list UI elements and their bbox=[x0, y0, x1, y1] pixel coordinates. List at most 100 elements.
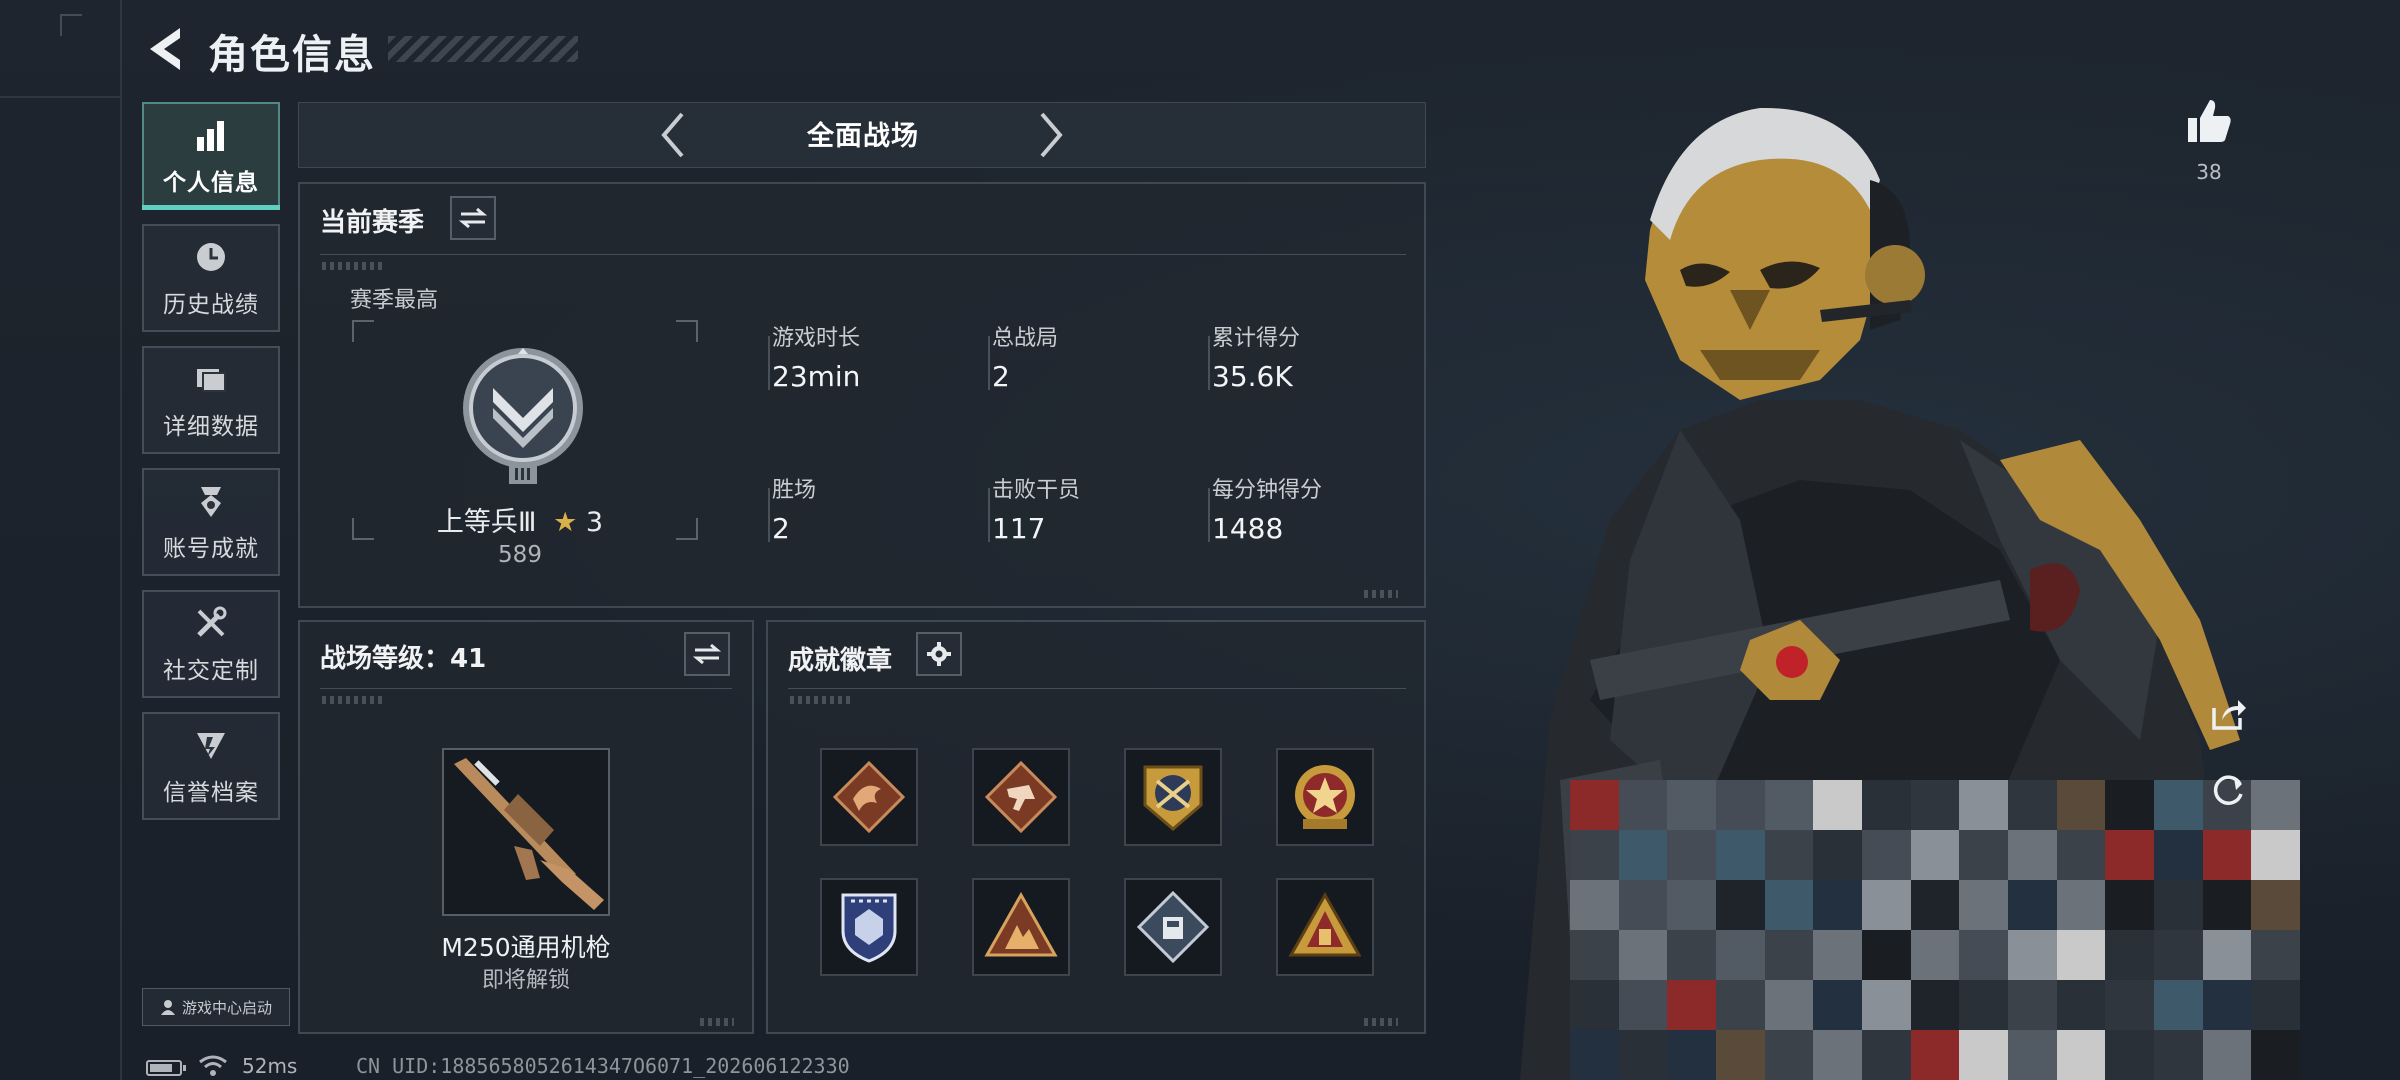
mosaic-cell bbox=[2105, 1030, 2154, 1080]
battle-level-switch-button[interactable] bbox=[684, 632, 730, 676]
stat-label: 胜场 bbox=[772, 478, 817, 503]
decoration bbox=[790, 696, 850, 704]
back-button[interactable] bbox=[142, 24, 186, 74]
divider bbox=[320, 254, 1406, 255]
mosaic-cell bbox=[2251, 930, 2300, 980]
folder-icon bbox=[191, 359, 231, 399]
mosaic-cell bbox=[1716, 930, 1765, 980]
rotate-button[interactable] bbox=[2208, 770, 2248, 810]
mosaic-cell bbox=[1618, 930, 1668, 980]
battle-level-title: 战场等级：41 bbox=[320, 644, 487, 674]
mosaic-cell bbox=[1813, 1030, 1862, 1080]
sidebar-item-details[interactable]: 详细数据 bbox=[142, 346, 280, 454]
bracket bbox=[676, 320, 698, 342]
frame-line bbox=[0, 96, 120, 98]
mosaic-cell bbox=[1618, 1030, 1668, 1080]
weapon-unlock-status: 即将解锁 bbox=[481, 968, 570, 993]
mosaic-cell bbox=[1667, 780, 1716, 830]
rank-name-text: 上等兵Ⅲ bbox=[436, 507, 537, 538]
mosaic-cell bbox=[1764, 780, 1814, 830]
mosaic-cell bbox=[2202, 880, 2252, 930]
mosaic-cell bbox=[2251, 880, 2300, 930]
sidebar-item-label: 信誉档案 bbox=[163, 780, 259, 806]
mosaic-cell bbox=[2202, 930, 2252, 980]
game-center-launch-button[interactable]: 游戏中心启动 bbox=[142, 988, 290, 1026]
mosaic-cell bbox=[2008, 830, 2057, 880]
achievements-settings-button[interactable] bbox=[916, 632, 962, 676]
pixelated-mosaic bbox=[1570, 780, 2300, 1080]
rank-emblem-icon bbox=[458, 346, 588, 486]
stat-value: 117 bbox=[992, 512, 1046, 545]
share-button[interactable] bbox=[2208, 694, 2248, 734]
mosaic-cell bbox=[1764, 880, 1814, 930]
thumbs-up-icon bbox=[2188, 100, 2231, 142]
sidebar-item-achievements[interactable]: 账号成就 bbox=[142, 468, 280, 576]
season-title: 当前赛季 bbox=[320, 208, 425, 238]
mosaic-cell bbox=[1764, 930, 1814, 980]
stat-value: 35.6K bbox=[1212, 360, 1293, 393]
mosaic-cell bbox=[2008, 930, 2057, 980]
tent-badge-icon[interactable] bbox=[972, 878, 1070, 976]
mosaic-cell bbox=[1959, 830, 2008, 880]
like-button[interactable] bbox=[2184, 96, 2234, 146]
mosaic-cell bbox=[1667, 830, 1716, 880]
stat-divider bbox=[988, 488, 990, 542]
sidebar-item-label: 社交定制 bbox=[163, 658, 259, 684]
mosaic-cell bbox=[2154, 780, 2203, 830]
mosaic-cell bbox=[2154, 930, 2203, 980]
weapon-preview[interactable] bbox=[442, 748, 610, 916]
chevron-left-icon bbox=[661, 112, 684, 158]
mosaic-cell bbox=[2056, 830, 2106, 880]
mosaic-cell bbox=[2008, 880, 2057, 930]
mosaic-cell bbox=[1813, 830, 1862, 880]
clock-icon bbox=[191, 237, 231, 277]
pyramid-badge-icon[interactable] bbox=[1276, 878, 1374, 976]
battery-icon bbox=[146, 1060, 186, 1076]
mosaic-cell bbox=[1910, 780, 1960, 830]
mosaic-cell bbox=[1862, 880, 1911, 930]
sidebar-item-history[interactable]: 历史战绩 bbox=[142, 224, 280, 332]
stat-label: 累计得分 bbox=[1212, 326, 1301, 351]
mosaic-cell bbox=[2202, 980, 2252, 1030]
mosaic-cell bbox=[1813, 780, 1862, 830]
sidebar-item-reputation[interactable]: 信誉档案 bbox=[142, 712, 280, 820]
mosaic-cell bbox=[1764, 1030, 1814, 1080]
mosaic-cell bbox=[2154, 880, 2203, 930]
sidebar-item-social[interactable]: 社交定制 bbox=[142, 590, 280, 698]
mosaic-cell bbox=[1910, 930, 1960, 980]
bracket bbox=[676, 518, 698, 540]
dragon-badge-icon[interactable] bbox=[820, 748, 918, 846]
machine-gun-icon bbox=[454, 758, 604, 910]
mosaic-cell bbox=[1813, 880, 1862, 930]
runner-badge-icon[interactable] bbox=[972, 748, 1070, 846]
stat-label: 每分钟得分 bbox=[1212, 478, 1323, 503]
mosaic-cell bbox=[1959, 1030, 2008, 1080]
mosaic-cell bbox=[2202, 1030, 2252, 1080]
mode-next-button[interactable] bbox=[1024, 106, 1074, 164]
stat-divider bbox=[1208, 488, 1210, 542]
star-wreath-badge-icon[interactable] bbox=[1276, 748, 1374, 846]
mosaic-cell bbox=[2008, 780, 2057, 830]
shield-badge-icon[interactable] bbox=[820, 878, 918, 976]
mosaic-cell bbox=[1716, 880, 1765, 930]
mosaic-cell bbox=[1716, 980, 1765, 1030]
mosaic-cell bbox=[1618, 980, 1668, 1030]
mosaic-cell bbox=[1716, 780, 1765, 830]
mosaic-cell bbox=[1910, 1030, 1960, 1080]
diamond-badge-icon[interactable] bbox=[1124, 878, 1222, 976]
mosaic-cell bbox=[2202, 830, 2252, 880]
season-switch-button[interactable] bbox=[450, 196, 496, 240]
sidebar-item-personal-info[interactable]: 个人信息 bbox=[142, 102, 280, 210]
mosaic-cell bbox=[1618, 780, 1668, 830]
sidebar-item-label: 账号成就 bbox=[163, 536, 259, 562]
mosaic-cell bbox=[2105, 930, 2154, 980]
mosaic-cell bbox=[1862, 980, 1911, 1030]
mode-prev-button[interactable] bbox=[650, 106, 700, 164]
mosaic-cell bbox=[1959, 980, 2008, 1030]
mosaic-cell bbox=[1959, 780, 2008, 830]
crossed-rifles-badge-icon[interactable] bbox=[1124, 748, 1222, 846]
frame-line bbox=[120, 0, 122, 1080]
mosaic-cell bbox=[2251, 980, 2300, 1030]
share-icon bbox=[2212, 700, 2246, 730]
mosaic-cell bbox=[1910, 980, 1960, 1030]
